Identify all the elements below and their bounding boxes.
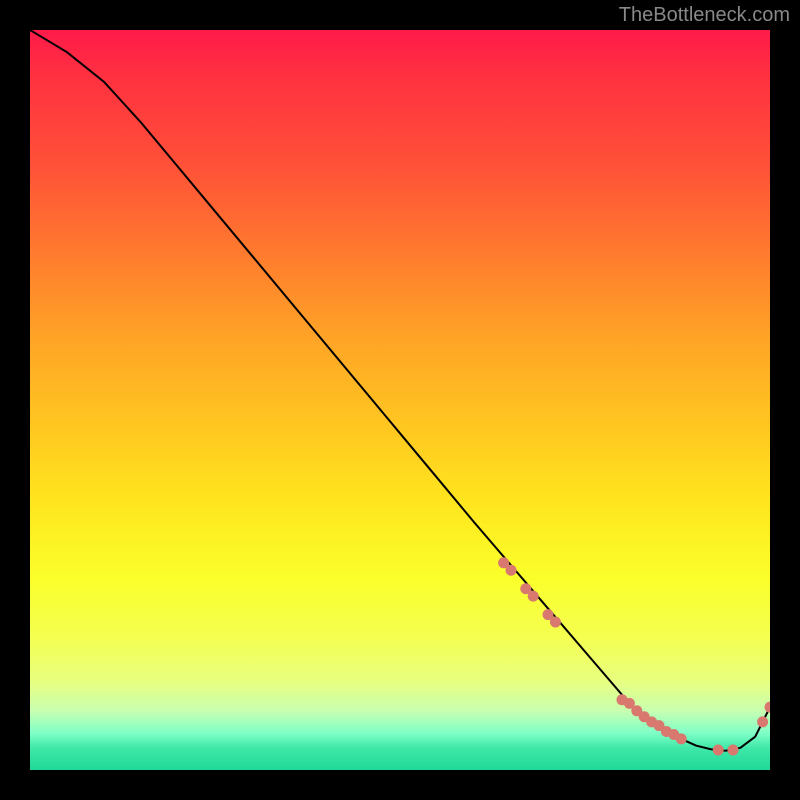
- plot-area: [30, 30, 770, 770]
- watermark-text: TheBottleneck.com: [619, 4, 790, 27]
- gradient-background: [30, 30, 770, 770]
